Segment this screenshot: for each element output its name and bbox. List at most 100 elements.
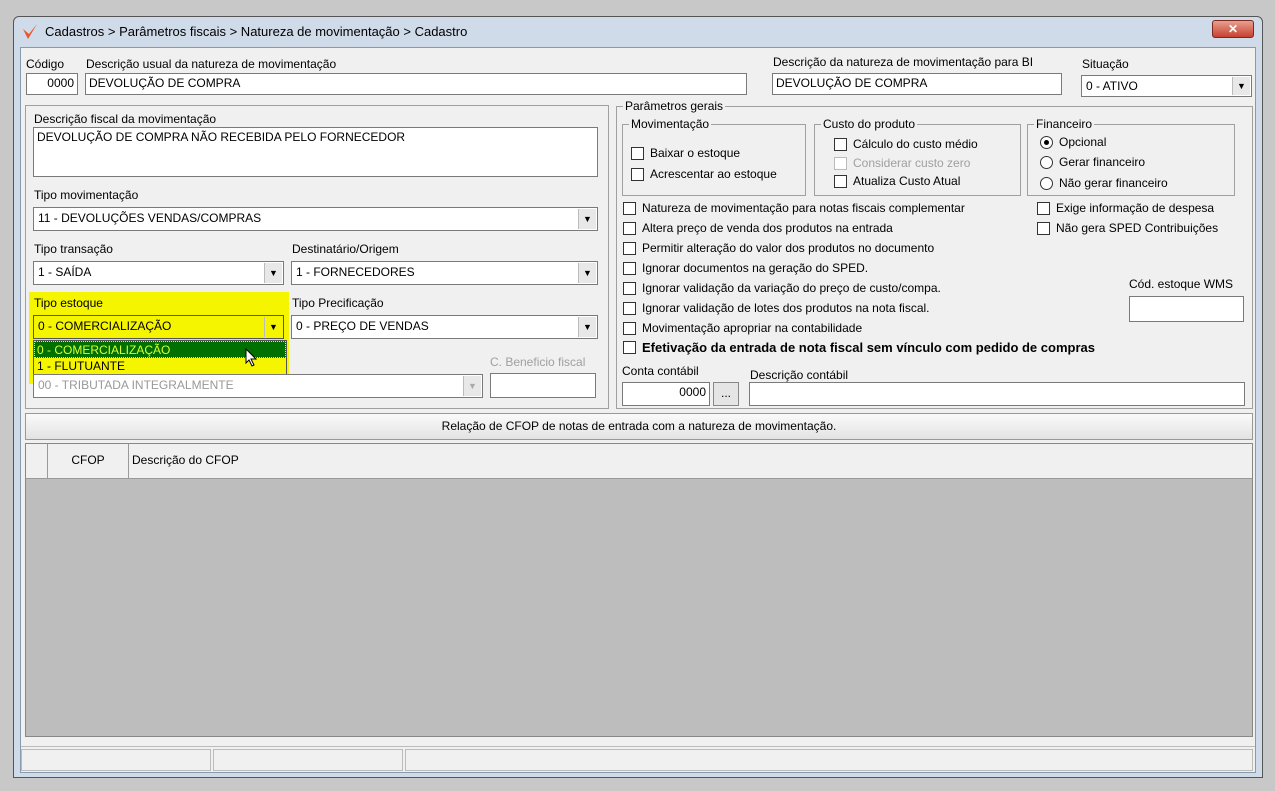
check-permitir-alteracao[interactable]: Permitir alteração do valor dos produtos… bbox=[623, 241, 934, 255]
checkbox-icon bbox=[623, 301, 636, 315]
checkbox-icon bbox=[623, 281, 636, 295]
movimentacao-group: Movimentação bbox=[622, 117, 806, 196]
descricao-usual-input[interactable]: DEVOLUÇÃO DE COMPRA bbox=[85, 73, 747, 95]
status-panel bbox=[405, 749, 1253, 771]
checkbox-label: Considerar custo zero bbox=[853, 156, 971, 170]
tipo-movimentacao-value: 11 - DEVOLUÇÕES VENDAS/COMPRAS bbox=[38, 211, 262, 225]
checkbox-icon bbox=[623, 221, 636, 235]
radio-selected-icon bbox=[1040, 135, 1053, 149]
chevron-down-icon: ▼ bbox=[578, 209, 596, 229]
close-button[interactable]: ✕ bbox=[1212, 20, 1254, 38]
status-panel bbox=[21, 749, 211, 771]
financeiro-title: Financeiro bbox=[1034, 117, 1095, 131]
title-bar: Cadastros > Parâmetros fiscais > Naturez… bbox=[14, 17, 1262, 47]
checkbox-label: Não gera SPED Contribuições bbox=[1056, 221, 1219, 235]
checkbox-icon bbox=[623, 261, 636, 275]
destinatario-label: Destinatário/Origem bbox=[292, 242, 399, 256]
check-nao-gera-sped[interactable]: Não gera SPED Contribuições bbox=[1037, 221, 1218, 235]
considerar-custo-zero-checkbox[interactable]: Considerar custo zero bbox=[834, 156, 970, 170]
tipo-movimentacao-select[interactable]: 11 - DEVOLUÇÕES VENDAS/COMPRAS ▼ bbox=[33, 207, 598, 231]
checkbox-icon bbox=[623, 201, 636, 215]
window: Cadastros > Parâmetros fiscais > Naturez… bbox=[13, 16, 1263, 778]
descricao-contabil-input[interactable] bbox=[749, 382, 1245, 406]
custo-produto-title: Custo do produto bbox=[821, 117, 918, 131]
column-header-descricao[interactable]: Descrição do CFOP bbox=[132, 444, 239, 476]
cfop-relation-button[interactable]: Relação de CFOP de notas de entrada com … bbox=[25, 413, 1253, 440]
form-area: Código 0000 Descrição usual da natureza … bbox=[20, 47, 1256, 773]
checkbox-label: Movimentação apropriar na contabilidade bbox=[642, 321, 863, 335]
wms-input[interactable] bbox=[1129, 296, 1244, 322]
chevron-down-icon: ▼ bbox=[1232, 77, 1250, 95]
checkbox-icon bbox=[834, 156, 847, 170]
tipo-precificacao-select[interactable]: 0 - PREÇO DE VENDAS ▼ bbox=[291, 315, 598, 339]
beneficio-label: C. Beneficio fiscal bbox=[490, 355, 586, 369]
tipo-precificacao-label: Tipo Precificação bbox=[292, 296, 384, 310]
checkbox-label: Cálculo do custo médio bbox=[853, 137, 978, 151]
checkbox-label: Altera preço de venda dos produtos na en… bbox=[642, 221, 893, 235]
beneficio-input[interactable] bbox=[490, 373, 596, 398]
tipo-transacao-select[interactable]: 1 - SAÍDA ▼ bbox=[33, 261, 284, 285]
checkbox-label: Baixar o estoque bbox=[650, 146, 741, 160]
checkbox-icon bbox=[1037, 201, 1050, 215]
checkbox-label: Efetivação da entrada de nota fiscal sem… bbox=[642, 340, 1095, 355]
check-ignorar-variacao[interactable]: Ignorar validação da variação do preço d… bbox=[623, 281, 941, 295]
checkbox-icon bbox=[631, 167, 644, 181]
tipo-estoque-select[interactable]: 0 - COMERCIALIZAÇÃO ▼ bbox=[33, 315, 284, 339]
situacao-label: Situação bbox=[1082, 57, 1129, 71]
radio-icon bbox=[1040, 155, 1053, 169]
conta-contabil-input[interactable]: 0000 bbox=[622, 382, 710, 406]
tipo-estoque-value: 0 - COMERCIALIZAÇÃO bbox=[38, 319, 172, 333]
wms-label: Cód. estoque WMS bbox=[1129, 277, 1234, 291]
check-efetivacao[interactable]: Efetivação da entrada de nota fiscal sem… bbox=[623, 340, 1095, 355]
checkbox-label: Natureza de movimentação para notas fisc… bbox=[642, 201, 965, 215]
calculo-custo-medio-checkbox[interactable]: Cálculo do custo médio bbox=[834, 137, 978, 151]
cfop-grid[interactable]: CFOP Descrição do CFOP bbox=[25, 443, 1253, 737]
descricao-fiscal-textarea[interactable]: DEVOLUÇÃO DE COMPRA NÃO RECEBIDA PELO FO… bbox=[33, 127, 598, 177]
cfop-grid-header: CFOP Descrição do CFOP bbox=[26, 444, 1252, 479]
conta-contabil-label: Conta contábil bbox=[622, 364, 699, 378]
column-header-cfop[interactable]: CFOP bbox=[48, 444, 129, 479]
chevron-down-icon: ▼ bbox=[578, 263, 596, 283]
radio-opcional[interactable]: Opcional bbox=[1040, 135, 1106, 149]
app-logo-icon bbox=[23, 24, 37, 39]
check-altera-preco[interactable]: Altera preço de venda dos produtos na en… bbox=[623, 221, 893, 235]
status-panel bbox=[213, 749, 403, 771]
radio-nao-gerar-financeiro[interactable]: Não gerar financeiro bbox=[1040, 176, 1168, 190]
tipo-transacao-value: 1 - SAÍDA bbox=[38, 265, 92, 279]
chevron-down-icon: ▼ bbox=[264, 263, 282, 283]
destinatario-select[interactable]: 1 - FORNECEDORES ▼ bbox=[291, 261, 598, 285]
descricao-bi-label: Descrição da natureza de movimentação pa… bbox=[773, 55, 1034, 69]
tipo-movimentacao-label: Tipo movimentação bbox=[34, 188, 139, 202]
conta-contabil-lookup-button[interactable]: ... bbox=[713, 382, 739, 406]
checkbox-icon bbox=[623, 321, 636, 335]
check-contabilidade[interactable]: Movimentação apropriar na contabilidade bbox=[623, 321, 862, 335]
descricao-bi-input[interactable]: DEVOLUÇÃO DE COMPRA bbox=[772, 73, 1062, 95]
radio-gerar-financeiro[interactable]: Gerar financeiro bbox=[1040, 155, 1145, 169]
radio-label: Gerar financeiro bbox=[1059, 155, 1146, 169]
checkbox-icon bbox=[834, 174, 847, 188]
baixar-estoque-checkbox[interactable]: Baixar o estoque bbox=[631, 146, 740, 160]
checkbox-label: Acrescentar ao estoque bbox=[650, 167, 777, 181]
descricao-fiscal-label: Descrição fiscal da movimentação bbox=[34, 112, 217, 126]
status-bar bbox=[21, 746, 1255, 772]
check-exige-despesa[interactable]: Exige informação de despesa bbox=[1037, 201, 1214, 215]
checkbox-icon bbox=[623, 241, 636, 255]
checkbox-icon bbox=[623, 341, 636, 354]
tributacao-select[interactable]: ▼ bbox=[287, 374, 483, 398]
check-complementar[interactable]: Natureza de movimentação para notas fisc… bbox=[623, 201, 965, 215]
checkbox-icon bbox=[834, 137, 847, 151]
check-ignorar-sped[interactable]: Ignorar documentos na geração do SPED. bbox=[623, 261, 868, 275]
acrescentar-estoque-checkbox[interactable]: Acrescentar ao estoque bbox=[631, 167, 777, 181]
atualiza-custo-atual-checkbox[interactable]: Atualiza Custo Atual bbox=[834, 174, 960, 188]
codigo-input[interactable]: 0000 bbox=[26, 73, 78, 95]
check-ignorar-lotes[interactable]: Ignorar validação de lotes dos produtos … bbox=[623, 301, 930, 315]
tributacao-value: 00 - TRIBUTADA INTEGRALMENTE bbox=[38, 378, 234, 392]
window-title: Cadastros > Parâmetros fiscais > Naturez… bbox=[45, 24, 468, 39]
codigo-label: Código bbox=[26, 57, 65, 71]
checkbox-label: Permitir alteração do valor dos produtos… bbox=[642, 241, 935, 255]
destinatario-value: 1 - FORNECEDORES bbox=[296, 265, 415, 279]
situacao-select[interactable]: 0 - ATIVO ▼ bbox=[1081, 75, 1252, 97]
checkbox-icon bbox=[1037, 221, 1050, 235]
mouse-cursor-icon bbox=[245, 348, 258, 367]
radio-label: Não gerar financeiro bbox=[1059, 176, 1168, 190]
